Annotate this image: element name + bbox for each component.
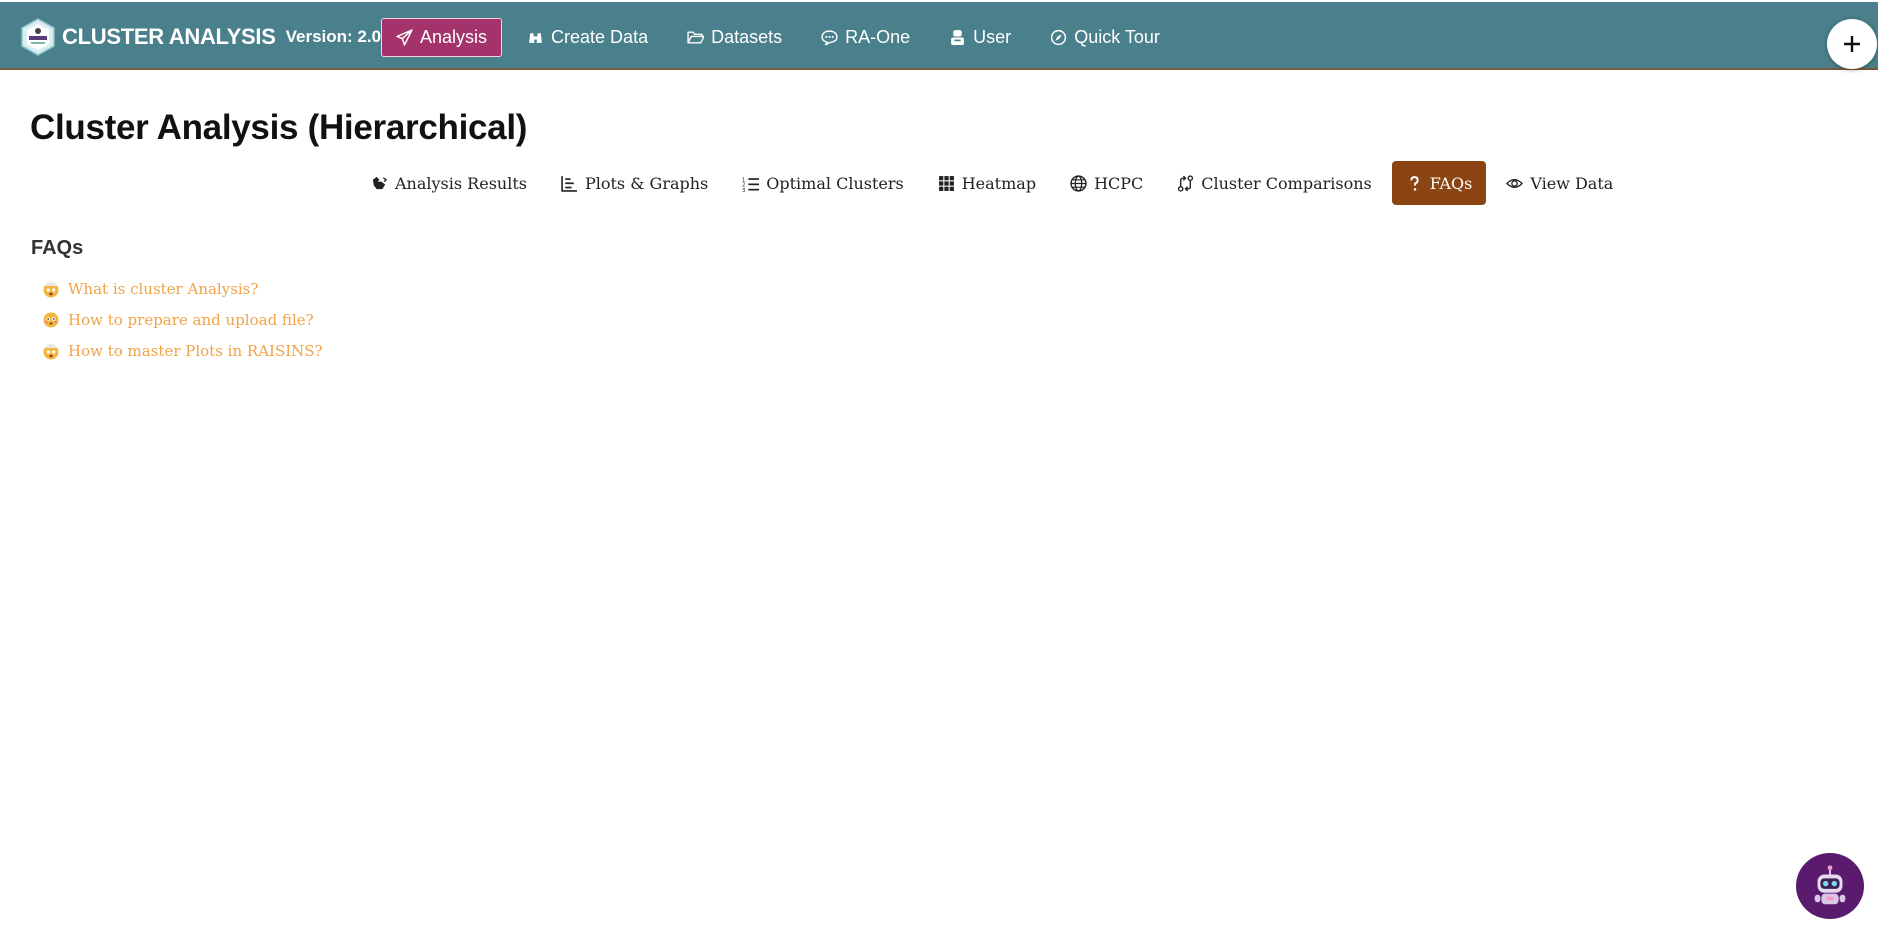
mind-blown-emoji-icon [43,343,59,359]
list-ol-icon: 123 [742,177,760,192]
robot-icon [1814,865,1846,905]
faq-heading: FAQs [31,237,84,259]
faq-link-master-plots[interactable]: How to master Plots in RAISINS? [68,342,323,360]
tab-faqs[interactable]: FAQs [1391,161,1487,205]
raisins-logo-icon [21,18,55,56]
tab-hcpc[interactable]: HCPC [1056,161,1157,205]
add-button[interactable] [1827,19,1877,69]
chat-bubble-icon [821,30,838,46]
nav-ra-one[interactable]: RA-One [807,18,924,57]
tab-hcpc-label: HCPC [1094,173,1144,193]
faq-item: What is cluster Analysis? [42,273,323,304]
tab-optimal-clusters[interactable]: 123 Optimal Clusters [728,161,917,205]
svg-text:3: 3 [742,188,745,192]
compass-icon [1051,29,1067,46]
question-icon [1410,175,1419,191]
tab-cluster-comparisons[interactable]: Cluster Comparisons [1163,161,1385,205]
grid-icon [938,175,954,191]
nav-datasets-label: Datasets [711,27,783,47]
nav-create-data-label: Create Data [551,27,649,47]
mind-blown-emoji-icon [43,281,59,297]
tab-analysis-results[interactable]: Analysis Results [357,161,541,205]
compare-arrows-icon [1178,174,1194,192]
nav-ra-one-label: RA-One [845,27,911,47]
nav-create-data[interactable]: Create Data [513,18,662,57]
tab-faqs-label: FAQs [1429,173,1473,193]
tab-analysis-results-label: Analysis Results [395,173,527,193]
tab-heatmap[interactable]: Heatmap [924,161,1050,205]
flushed-face-emoji-icon [43,312,59,327]
eye-icon [1506,178,1524,188]
tab-view-data-label: View Data [1530,173,1614,193]
brand-title: CLUSTER ANALYSIS [62,24,276,49]
plus-icon [1844,36,1860,52]
nav-user-label: User [973,27,1012,47]
tab-view-data[interactable]: View Data [1492,161,1627,205]
version-label: Version: 2.0.0 [285,27,396,46]
nav-user[interactable]: User [935,18,1025,57]
analysis-tabs: Analysis Results Plots & Graphs 123 Opti… [357,161,1633,205]
bar-chart-icon [561,175,577,192]
nav-datasets[interactable]: Datasets [673,18,796,57]
chatbot-button[interactable] [1796,853,1864,919]
nav-quick-tour[interactable]: Quick Tour [1036,18,1174,57]
tab-cluster-comparisons-label: Cluster Comparisons [1201,173,1372,193]
faq-item: How to master Plots in RAISINS? [42,335,323,366]
tab-heatmap-label: Heatmap [961,173,1037,193]
folder-open-icon [687,31,705,44]
tab-plots-graphs-label: Plots & Graphs [584,173,709,193]
top-navbar: CLUSTER ANALYSIS Version: 2.0.0 Analysis… [0,2,1878,70]
nav-analysis-label: Analysis [420,27,488,47]
binoculars-icon [529,33,542,43]
paper-plane-icon [396,29,413,46]
faq-item: How to prepare and upload file? [42,304,323,335]
globe-icon [1070,174,1087,192]
nav-analysis[interactable]: Analysis [381,18,503,57]
page-title: Cluster Analysis (Hierarchical) [30,108,528,147]
brand[interactable]: CLUSTER ANALYSIS Version: 2.0.0 [19,17,395,57]
tab-plots-graphs[interactable]: Plots & Graphs [547,161,722,205]
tab-optimal-clusters-label: Optimal Clusters [766,173,904,193]
nav-quick-tour-label: Quick Tour [1074,27,1160,47]
user-icon [951,30,965,45]
faq-link-prepare-upload-file[interactable]: How to prepare and upload file? [68,311,314,329]
faq-link-what-is-cluster-analysis[interactable]: What is cluster Analysis? [68,280,258,298]
sign-language-icon [372,176,388,189]
faq-list: What is cluster Analysis? How to prepare… [42,273,323,366]
